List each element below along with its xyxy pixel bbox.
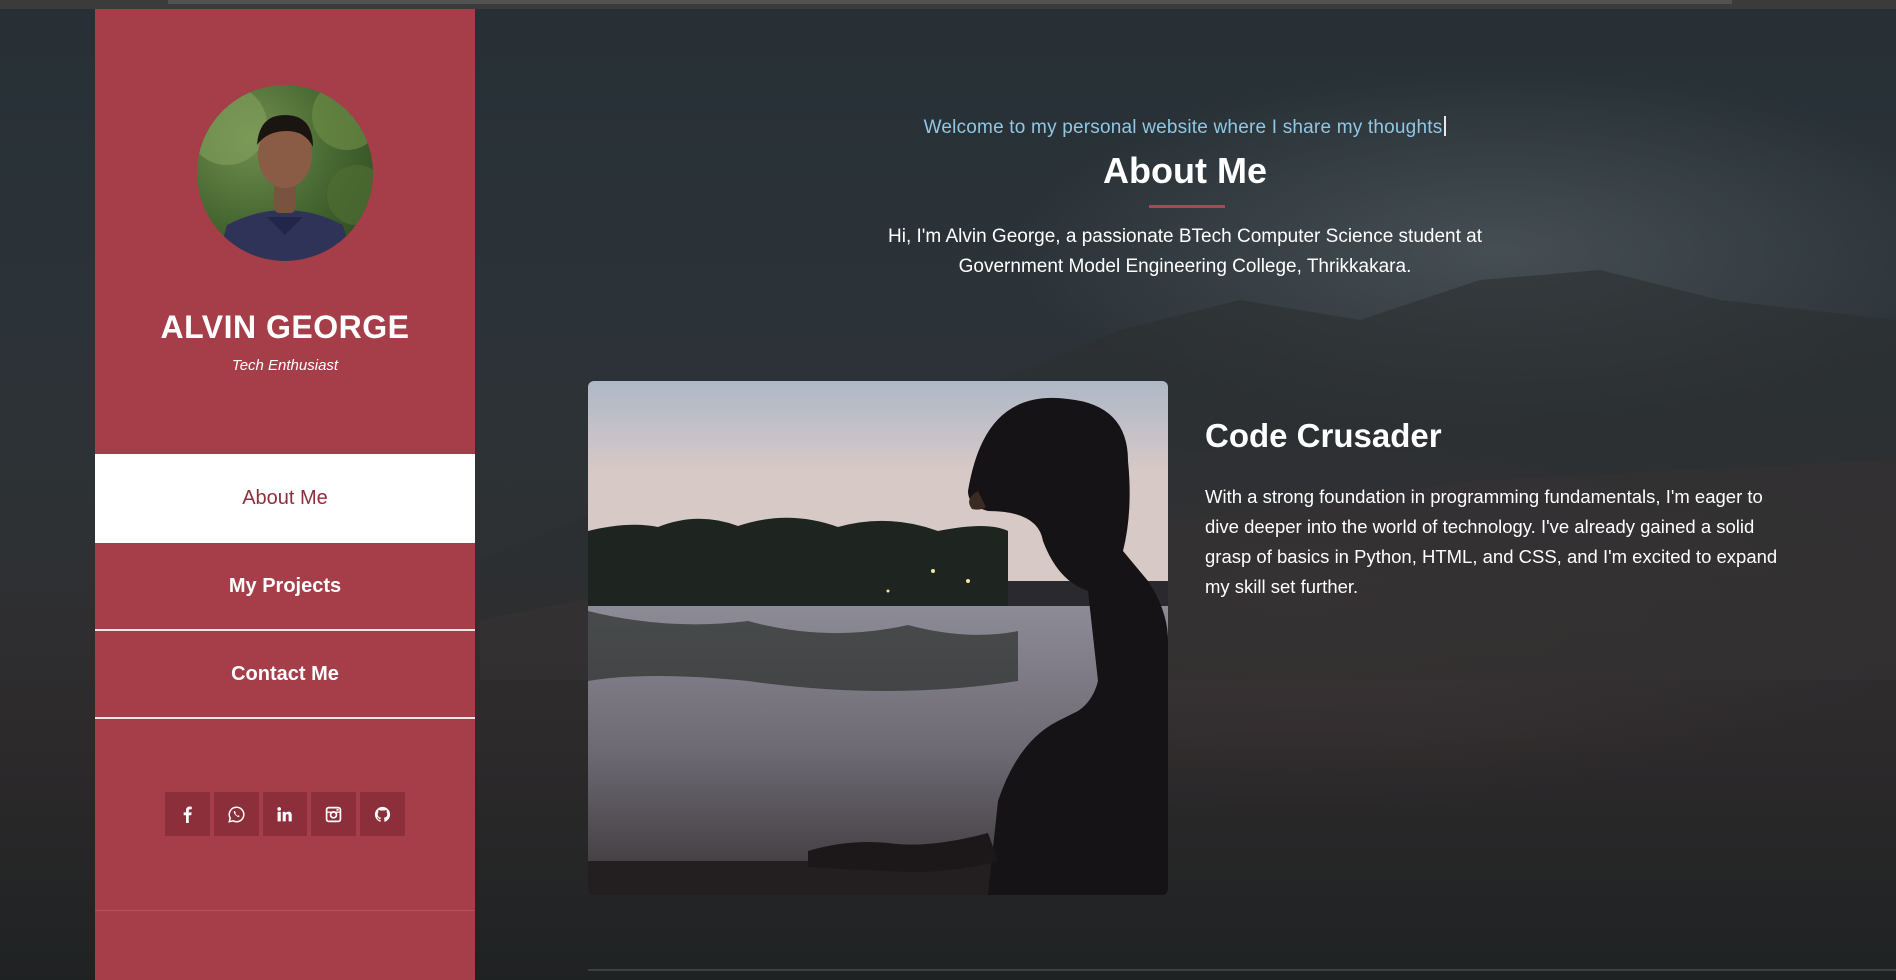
profile-portrait (197, 85, 373, 261)
top-bar-highlight (168, 0, 1732, 4)
social-links (165, 792, 405, 836)
browser-top-bar (0, 0, 1896, 9)
feature-photo (588, 381, 1168, 895)
sidebar-nav: About Me My Projects Contact Me (95, 454, 475, 719)
sidebar-divider (95, 910, 475, 911)
linkedin-link[interactable] (262, 792, 308, 836)
whatsapp-icon (227, 806, 245, 823)
linkedin-icon (277, 806, 293, 821)
profile-tagline: Tech Enthusiast (231, 357, 339, 374)
intro-line-1: Hi, I'm Alvin George, a passionate BTech… (888, 226, 1482, 247)
facebook-link[interactable] (165, 792, 210, 836)
instagram-icon (326, 806, 342, 822)
typing-cursor (1444, 116, 1447, 136)
nav-item-my-projects[interactable]: My Projects (95, 543, 475, 631)
intro-line-2: Government Model Engineering College, Th… (958, 256, 1412, 277)
facebook-icon (183, 806, 192, 823)
card-title: Code Crusader (1205, 417, 1442, 454)
section-divider (588, 969, 1896, 971)
profile-name: ALVIN GEORGE (160, 309, 410, 345)
card-description: With a strong foundation in programming … (1205, 486, 1778, 597)
intro-text: Hi, I'm Alvin George, a passionate BTech… (845, 222, 1525, 282)
nav-item-about-me[interactable]: About Me (95, 454, 475, 543)
instagram-link[interactable] (311, 792, 357, 836)
profile-avatar (197, 85, 373, 261)
welcome-text: Welcome to my personal website where I s… (923, 117, 1443, 138)
welcome-typing-text: Welcome to my personal website where I s… (880, 116, 1490, 139)
title-underline (1149, 205, 1225, 208)
nav-item-contact-me[interactable]: Contact Me (95, 631, 475, 719)
github-icon (374, 806, 391, 822)
page-background: ALVIN GEORGE Tech Enthusiast About Me My… (0, 0, 1896, 980)
sidebar: ALVIN GEORGE Tech Enthusiast About Me My… (95, 9, 475, 980)
whatsapp-link[interactable] (213, 792, 259, 836)
github-link[interactable] (360, 792, 405, 836)
page-title: About Me (1103, 150, 1267, 191)
lake-portrait-image (588, 381, 1168, 895)
